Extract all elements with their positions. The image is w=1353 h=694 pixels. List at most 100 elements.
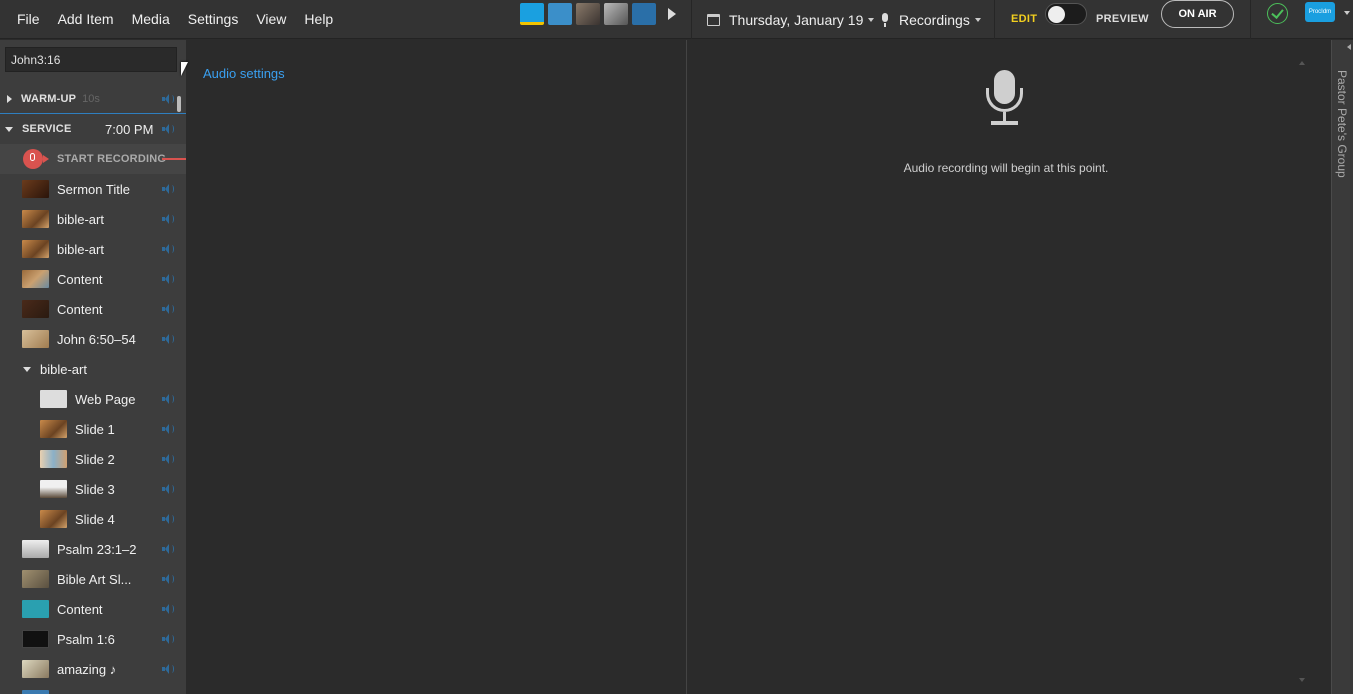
item-thumbnail xyxy=(22,300,49,318)
speaker-icon[interactable] xyxy=(162,274,174,284)
list-item[interactable]: Content xyxy=(0,294,186,324)
audio-settings-link[interactable]: Audio settings xyxy=(203,66,285,81)
section-length: 10s xyxy=(82,92,100,105)
list-item[interactable]: Slide 1 xyxy=(0,414,186,444)
item-label: bible-art xyxy=(57,211,104,227)
microphone-icon xyxy=(985,70,1029,126)
section-title: WARM-UP xyxy=(21,92,77,105)
recording-message: Audio recording will begin at this point… xyxy=(903,161,1109,175)
group-label: bible-art xyxy=(40,361,87,377)
item-thumbnail xyxy=(22,570,49,588)
speaker-icon[interactable] xyxy=(162,124,174,134)
date-selector[interactable]: Thursday, January 19 xyxy=(707,0,875,39)
speaker-icon[interactable] xyxy=(162,424,174,434)
speaker-icon[interactable] xyxy=(162,604,174,614)
item-thumbnail xyxy=(22,240,49,258)
item-label: Content xyxy=(57,301,103,317)
speaker-icon[interactable] xyxy=(162,544,174,554)
recordings-dropdown[interactable]: Recordings xyxy=(880,0,981,39)
chevron-down-icon[interactable] xyxy=(23,366,31,372)
menu-settings[interactable]: Settings xyxy=(179,5,248,33)
speaker-icon[interactable] xyxy=(162,574,174,584)
microphone-icon xyxy=(880,12,889,27)
menu-help[interactable]: Help xyxy=(295,5,342,33)
preview-label: PREVIEW xyxy=(1096,13,1149,25)
chevron-down-icon[interactable] xyxy=(1344,11,1350,15)
menu-view[interactable]: View xyxy=(247,5,295,33)
speaker-icon[interactable] xyxy=(162,244,174,254)
list-item[interactable] xyxy=(0,684,186,694)
item-group[interactable]: bible-art xyxy=(0,354,186,384)
speaker-icon[interactable] xyxy=(162,454,174,464)
item-label: Slide 4 xyxy=(75,511,115,527)
side-tab-label: Pastor Pete's Group xyxy=(1335,70,1349,178)
speaker-icon[interactable] xyxy=(162,514,174,524)
microphone-icon xyxy=(23,149,49,169)
item-label: amazing ♪ xyxy=(57,661,117,677)
menu-file[interactable]: File xyxy=(8,5,49,33)
item-label: Content xyxy=(57,271,103,287)
chevron-right-icon[interactable] xyxy=(7,94,12,103)
chevron-down-icon xyxy=(974,17,981,22)
list-item[interactable]: Content xyxy=(0,264,186,294)
list-item[interactable]: Slide 4 xyxy=(0,504,186,534)
speaker-icon[interactable] xyxy=(162,334,174,344)
list-item[interactable]: Slide 3 xyxy=(0,474,186,504)
list-item[interactable]: Psalm 1:6 xyxy=(0,624,186,654)
scroll-up-icon[interactable] xyxy=(1299,61,1305,65)
thumbnail-3[interactable] xyxy=(576,3,600,25)
list-item[interactable]: Content xyxy=(0,594,186,624)
list-item[interactable]: John 6:50–54 xyxy=(0,324,186,354)
thumbnail-2[interactable] xyxy=(548,3,572,25)
recordings-label: Recordings xyxy=(899,11,970,28)
start-recording-cue[interactable]: START RECORDING xyxy=(0,144,186,174)
list-item[interactable]: Sermon Title xyxy=(0,174,186,204)
item-label: Slide 2 xyxy=(75,451,115,467)
scroll-down-icon[interactable] xyxy=(1299,678,1305,682)
scrollbar-thumb[interactable] xyxy=(177,96,181,112)
speaker-icon[interactable] xyxy=(162,394,174,404)
search-input[interactable] xyxy=(5,47,177,72)
list-item[interactable]: Bible Art Sl... xyxy=(0,564,186,594)
item-thumbnail xyxy=(40,420,67,438)
list-item[interactable]: bible-art xyxy=(0,204,186,234)
list-item[interactable]: bible-art xyxy=(0,234,186,264)
edit-preview-toggle[interactable] xyxy=(1045,3,1087,25)
chevron-down-icon xyxy=(868,17,875,22)
check-icon[interactable] xyxy=(1267,3,1288,24)
section-warm-up[interactable]: WARM-UP 10s xyxy=(0,84,186,114)
on-air-button[interactable]: ON AIR xyxy=(1161,0,1234,28)
speaker-icon[interactable] xyxy=(162,484,174,494)
list-item[interactable]: Slide 2 xyxy=(0,444,186,474)
speaker-icon[interactable] xyxy=(162,184,174,194)
item-thumbnail xyxy=(22,660,49,678)
speaker-icon[interactable] xyxy=(162,304,174,314)
item-thumbnail xyxy=(40,510,67,528)
speaker-icon[interactable] xyxy=(162,94,174,104)
item-thumbnail xyxy=(22,600,49,618)
edit-label: EDIT xyxy=(1011,13,1038,25)
divider xyxy=(994,0,995,39)
item-thumbnail xyxy=(22,690,49,694)
speaker-icon[interactable] xyxy=(162,634,174,644)
speaker-icon[interactable] xyxy=(162,214,174,224)
thumbnail-5[interactable] xyxy=(632,3,656,25)
chevron-left-icon[interactable] xyxy=(1347,44,1351,50)
side-panel-tab[interactable]: Pastor Pete's Group xyxy=(1331,40,1353,694)
start-recording-label: START RECORDING xyxy=(57,153,167,165)
list-item[interactable]: Psalm 23:1–2 xyxy=(0,534,186,564)
thumbnail-4[interactable] xyxy=(604,3,628,25)
play-icon[interactable] xyxy=(668,8,676,20)
item-editor-panel: Audio settings xyxy=(187,40,686,694)
thumbnail-1[interactable] xyxy=(520,3,544,25)
list-item[interactable]: amazing ♪ xyxy=(0,654,186,684)
list-item[interactable]: Web Page xyxy=(0,384,186,414)
menu-media[interactable]: Media xyxy=(123,5,179,33)
speaker-icon[interactable] xyxy=(162,664,174,674)
menu-add-item[interactable]: Add Item xyxy=(49,5,123,33)
chevron-down-icon[interactable] xyxy=(5,126,13,132)
date-label: Thursday, January 19 xyxy=(729,11,864,28)
organization-logo[interactable]: ProcIdm xyxy=(1305,2,1335,22)
top-bar: File Add Item Media Settings View Help T… xyxy=(0,0,1353,39)
section-service[interactable]: SERVICE 7:00 PM xyxy=(0,114,186,144)
